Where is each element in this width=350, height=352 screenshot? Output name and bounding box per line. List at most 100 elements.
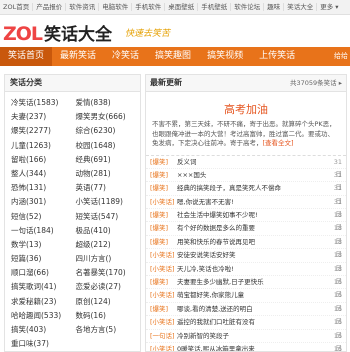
category-link[interactable]: 爱情(838) xyxy=(76,96,141,110)
joke-row[interactable]: [小笑话]嗯,你说无害不无害!31日 xyxy=(146,196,346,209)
joke-category[interactable]: [小笑话] xyxy=(150,289,177,301)
joke-category[interactable]: [爆笑] xyxy=(150,276,177,288)
joke-category[interactable]: [爆笑] xyxy=(150,169,177,181)
category-link[interactable]: 顺口溜(66) xyxy=(11,266,76,280)
top-link[interactable]: 电脑软件 xyxy=(99,3,132,11)
nav-item-upload[interactable]: 上传笑话 xyxy=(251,47,303,66)
category-link[interactable]: 短笑话(547) xyxy=(76,210,141,224)
category-link[interactable]: 极品(410) xyxy=(76,224,141,238)
top-link[interactable]: 手机壁纸 xyxy=(198,3,231,11)
joke-category[interactable]: [小笑话] xyxy=(150,263,177,275)
category-link[interactable]: 超级(212) xyxy=(76,238,141,252)
nav-item-cold-jokes[interactable]: 冷笑话 xyxy=(104,47,147,66)
category-link[interactable]: 一句话(184) xyxy=(11,224,76,238)
joke-category[interactable]: [小笑话] xyxy=(150,316,177,328)
category-link[interactable]: 数码(16) xyxy=(76,309,141,323)
top-link[interactable]: 趣味 xyxy=(264,3,284,11)
joke-category[interactable]: [爆笑] xyxy=(150,209,177,221)
nav-item-funny-videos[interactable]: 搞笑视频 xyxy=(199,47,251,66)
joke-title[interactable]: 安徒安说笑话安好笑 xyxy=(177,249,328,261)
joke-row[interactable]: [小笑话]0暖笑话,熙从冰箱里拿出来16日 xyxy=(146,343,346,352)
top-link-more[interactable]: 更多 ▾ xyxy=(317,3,341,11)
joke-row[interactable]: [爆笑]经典的搞笑段子，真是笑死人不偿命31日 xyxy=(146,182,346,195)
featured-title[interactable]: 高考加油 xyxy=(146,101,346,117)
category-link[interactable]: 名著暴笑(170) xyxy=(76,266,141,280)
joke-category[interactable]: [小笑话] xyxy=(150,343,177,352)
category-link[interactable]: 恋爱必读(27) xyxy=(76,280,141,294)
joke-category[interactable]: [一句话] xyxy=(150,330,177,342)
joke-row[interactable]: [一句话]冷别新智的笑段子16日 xyxy=(146,330,346,343)
joke-category[interactable]: [爆笑] xyxy=(150,222,177,234)
joke-title[interactable]: 经典的搞笑段子，真是笑死人不偿命 xyxy=(177,182,328,194)
category-link[interactable]: 儿童(1263) xyxy=(11,139,76,153)
category-link[interactable]: 冷笑话(1583) xyxy=(11,96,76,110)
read-more-link[interactable]: [查看全文] xyxy=(263,139,294,147)
joke-category[interactable]: [小笑话] xyxy=(150,249,177,261)
joke-title[interactable]: 冷别新智的笑段子 xyxy=(177,330,328,342)
category-link[interactable]: 综合(6230) xyxy=(76,124,141,138)
joke-title[interactable]: 有个好的数据是多么的重要 xyxy=(177,222,328,234)
nav-item-funny-pics[interactable]: 搞笑趣图 xyxy=(147,47,199,66)
category-link[interactable]: 重口味(37) xyxy=(11,337,76,351)
category-link[interactable]: 英语(77) xyxy=(76,181,141,195)
joke-row[interactable]: [小笑话]天儿冷,笑话也冷啦!18日 xyxy=(146,263,346,276)
joke-row[interactable]: [爆笑]用笑和快乐的春节说再见吧18日 xyxy=(146,236,346,249)
joke-category[interactable]: [小笑话] xyxy=(150,196,177,208)
top-link[interactable]: 软件论坛 xyxy=(231,3,264,11)
joke-row[interactable]: [爆笑]有个好的数据是多么的重要18日 xyxy=(146,222,346,235)
category-link[interactable]: 搞笑(403) xyxy=(11,323,76,337)
joke-row[interactable]: [爆笑]×××国头31日 xyxy=(146,169,346,182)
joke-title[interactable]: 用笑和快乐的春节说再见吧 xyxy=(177,236,328,248)
top-link[interactable]: 桌面壁纸 xyxy=(165,3,198,11)
joke-title[interactable]: 哪谈,看的清楚,送还的明白 xyxy=(177,303,328,315)
category-link[interactable]: 动物(281) xyxy=(76,167,141,181)
joke-category[interactable]: [爆笑] xyxy=(150,303,177,315)
joke-row[interactable]: [爆笑]哪谈,看的清楚,送还的明白16日 xyxy=(146,303,346,316)
category-link[interactable]: 恐怖(131) xyxy=(11,181,76,195)
joke-title[interactable]: 0暖笑话,熙从冰箱里拿出来 xyxy=(177,343,328,352)
nav-extra[interactable]: 给给 xyxy=(332,47,350,66)
category-link[interactable]: 留啦(166) xyxy=(11,153,76,167)
category-link[interactable]: 短信(52) xyxy=(11,210,76,224)
joke-title[interactable]: 天儿冷,笑话也冷啦! xyxy=(177,263,328,275)
top-link[interactable]: 手机软件 xyxy=(132,3,165,11)
category-link[interactable]: 夫妻(237) xyxy=(11,110,76,124)
joke-title[interactable]: 嗯,你说无害不无害! xyxy=(177,196,328,208)
category-link[interactable]: 各地方言(5) xyxy=(76,323,141,337)
top-link[interactable]: 产品报价 xyxy=(33,3,66,11)
top-link[interactable]: 软件资讯 xyxy=(66,3,99,11)
site-logo[interactable]: ZOL笑话大全 xyxy=(3,20,112,45)
nav-item-latest[interactable]: 最新笑话 xyxy=(52,47,104,66)
joke-row[interactable]: [爆笑]反义词31日 xyxy=(146,156,346,169)
nav-item-home[interactable]: 笑话首页 xyxy=(0,47,52,66)
category-link[interactable]: 数学(13) xyxy=(11,238,76,252)
category-link[interactable]: 内涵(301) xyxy=(11,195,76,209)
category-link[interactable]: 原创(124) xyxy=(76,295,141,309)
top-link[interactable]: 笑话大全 xyxy=(284,3,317,11)
joke-row[interactable]: [爆笑]社会生活中爆笑如事不少呢!18日 xyxy=(146,209,346,222)
category-link[interactable]: 经典(691) xyxy=(76,153,141,167)
joke-row[interactable]: [小笑话]遥控的我就们口吐脏有没有16日 xyxy=(146,316,346,329)
joke-title[interactable]: 萌宝都好笑,你家熊儿童 xyxy=(177,289,328,301)
top-link[interactable]: ZOL首页 xyxy=(0,3,33,11)
joke-title[interactable]: 遥控的我就们口吐脏有没有 xyxy=(177,316,328,328)
joke-category[interactable]: [爆笑] xyxy=(150,156,177,168)
category-link[interactable]: 小笑话(1189) xyxy=(76,195,141,209)
category-link[interactable]: 求爱秘籍(23) xyxy=(11,295,76,309)
joke-title[interactable]: 反义词 xyxy=(177,156,328,168)
joke-title[interactable]: ×××国头 xyxy=(177,169,328,181)
joke-count-link[interactable]: 共37059条笑话 ▸ xyxy=(290,75,342,91)
category-link[interactable]: 四川方言() xyxy=(76,252,141,266)
category-link[interactable]: 哈哈趣闻(533) xyxy=(11,309,76,323)
category-link[interactable]: 爆笑(2277) xyxy=(11,124,76,138)
joke-title[interactable]: 社会生活中爆笑如事不少呢! xyxy=(177,209,328,221)
joke-title[interactable]: 夫妻要生多少幽默,日子更快乐 xyxy=(177,276,328,288)
joke-row[interactable]: [小笑话]安徒安说笑话安好笑18日 xyxy=(146,249,346,262)
category-link[interactable]: 短篇(36) xyxy=(11,252,76,266)
category-link[interactable]: 搞笑歌词(41) xyxy=(11,280,76,294)
category-link[interactable]: 校园(1648) xyxy=(76,139,141,153)
joke-category[interactable]: [爆笑] xyxy=(150,182,177,194)
joke-row[interactable]: [小笑话]萌宝都好笑,你家熊儿童16日 xyxy=(146,289,346,302)
category-link[interactable]: 爆笑男女(666) xyxy=(76,110,141,124)
joke-row[interactable]: [爆笑]夫妻要生多少幽默,日子更快乐16日 xyxy=(146,276,346,289)
